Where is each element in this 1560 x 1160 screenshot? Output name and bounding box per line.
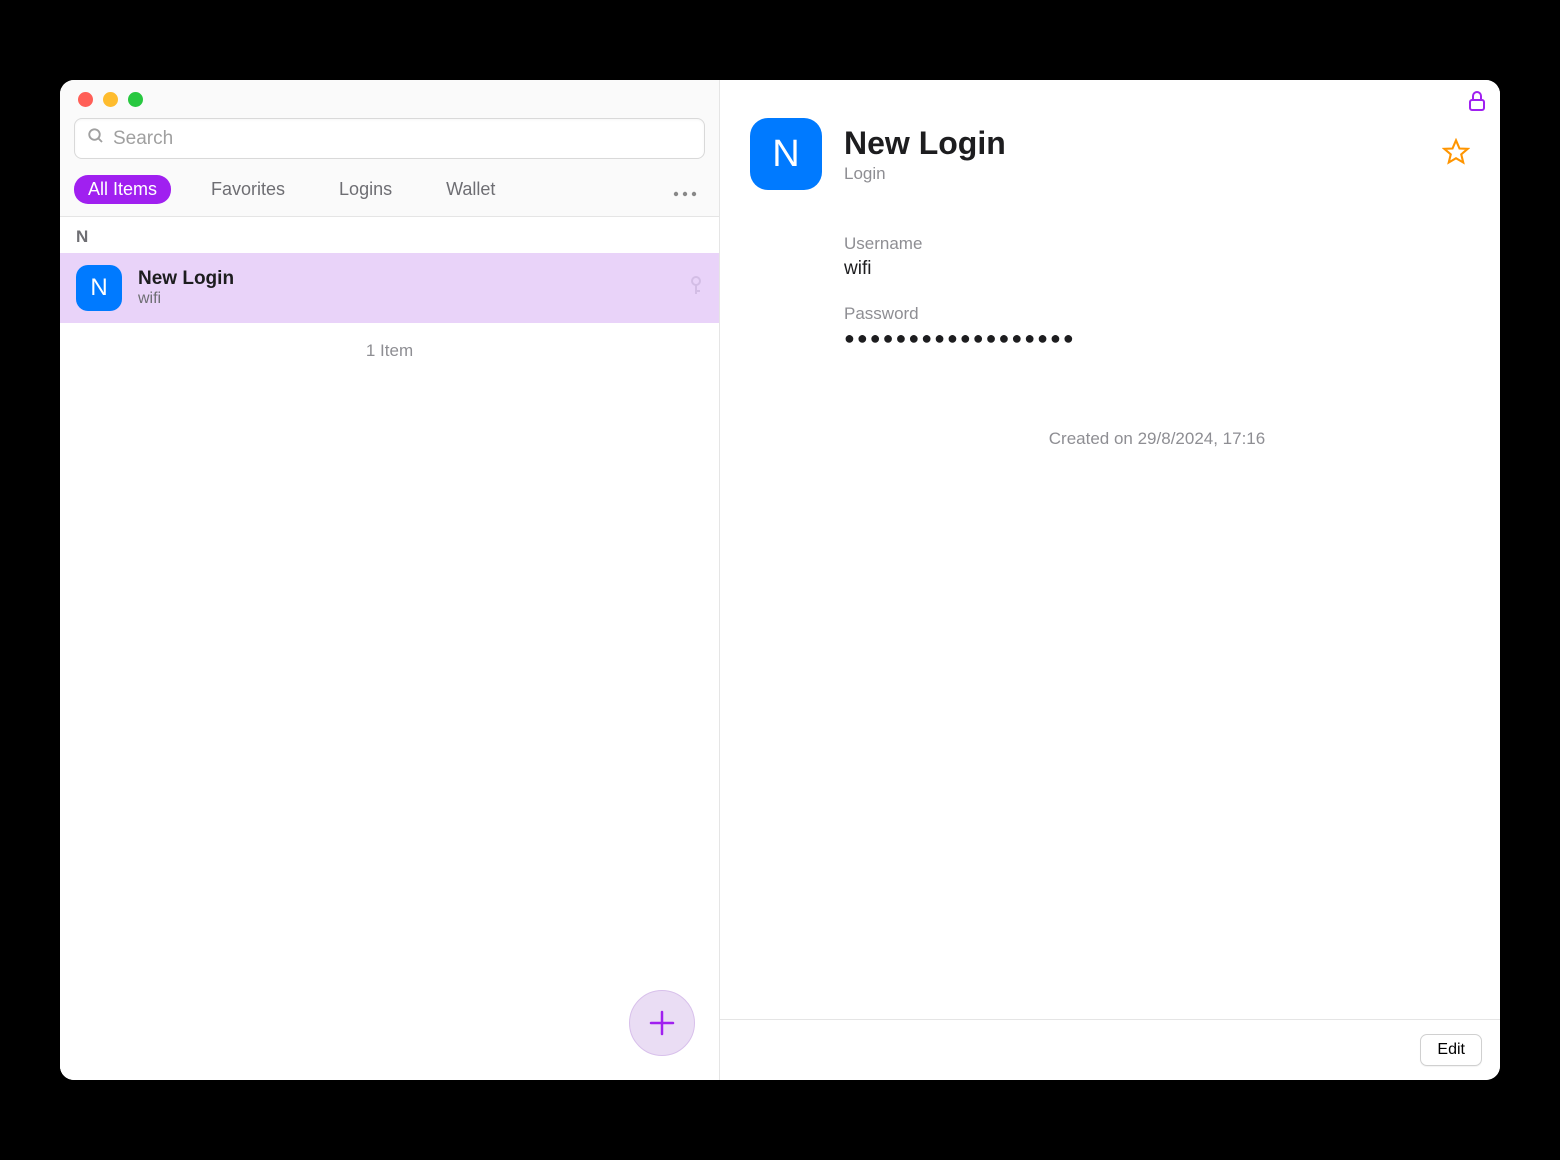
detail-header: N New Login Login: [720, 80, 1500, 214]
username-label: Username: [844, 234, 1470, 254]
favorite-star-button[interactable]: [1442, 138, 1470, 171]
app-window: All Items Favorites Logins Wallet N N Ne…: [60, 80, 1500, 1080]
window-minimize-button[interactable]: [103, 92, 118, 107]
key-icon: [689, 276, 703, 301]
list-item-title: New Login: [138, 268, 673, 290]
window-titlebar: [60, 80, 719, 118]
tab-logins[interactable]: Logins: [325, 175, 406, 204]
list-item-subtitle: wifi: [138, 290, 673, 308]
lock-icon[interactable]: [1468, 90, 1486, 117]
list-item-icon: N: [76, 265, 122, 311]
password-field[interactable]: Password ●●●●●●●●●●●●●●●●●●: [844, 304, 1470, 349]
username-field[interactable]: Username wifi: [844, 234, 1470, 280]
list-item[interactable]: N New Login wifi: [60, 253, 719, 323]
add-item-button[interactable]: [629, 990, 695, 1056]
detail-icon: N: [750, 118, 822, 190]
tab-favorites[interactable]: Favorites: [197, 175, 299, 204]
password-value: ●●●●●●●●●●●●●●●●●●: [844, 328, 1470, 349]
list-item-text: New Login wifi: [138, 268, 673, 308]
password-label: Password: [844, 304, 1470, 324]
items-list: N N New Login wifi 1 Item: [60, 217, 719, 1080]
detail-pane: N New Login Login Username wifi Password…: [720, 80, 1500, 1080]
window-close-button[interactable]: [78, 92, 93, 107]
detail-title: New Login: [844, 125, 1006, 162]
list-section-header: N: [60, 217, 719, 253]
search-input[interactable]: [113, 128, 692, 150]
tab-wallet[interactable]: Wallet: [432, 175, 509, 204]
detail-fields: Username wifi Password ●●●●●●●●●●●●●●●●●…: [720, 214, 1500, 449]
search-container: [60, 118, 719, 169]
search-box[interactable]: [74, 118, 705, 159]
item-count: 1 Item: [60, 323, 719, 379]
detail-type: Login: [844, 164, 1006, 184]
window-maximize-button[interactable]: [128, 92, 143, 107]
left-pane: All Items Favorites Logins Wallet N N Ne…: [60, 80, 720, 1080]
created-timestamp: Created on 29/8/2024, 17:16: [844, 429, 1470, 449]
tab-all-items[interactable]: All Items: [74, 175, 171, 204]
search-icon: [87, 127, 105, 150]
more-tabs-button[interactable]: [673, 177, 705, 203]
username-value: wifi: [844, 258, 1470, 280]
edit-button[interactable]: Edit: [1420, 1034, 1482, 1066]
filter-tabs: All Items Favorites Logins Wallet: [60, 169, 719, 217]
detail-title-group: New Login Login: [844, 125, 1006, 184]
detail-footer: Edit: [720, 1019, 1500, 1080]
